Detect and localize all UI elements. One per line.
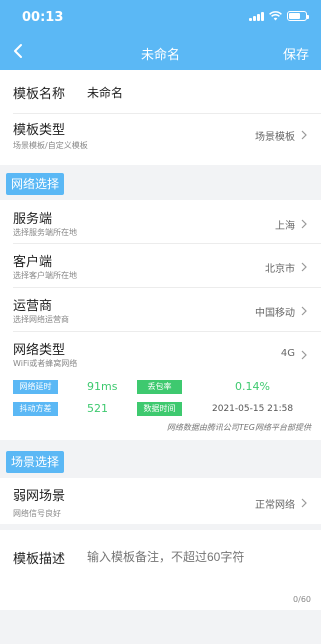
data-time-badge: 数据时间 bbox=[137, 402, 182, 416]
status-icons bbox=[249, 11, 309, 21]
chevron-right-icon bbox=[301, 306, 307, 316]
network-type-value: 4G bbox=[280, 348, 295, 359]
cellular-signal-icon bbox=[249, 11, 264, 21]
network-type-subtitle: WiFi或者蜂窝网络 bbox=[13, 359, 78, 368]
chevron-right-icon bbox=[301, 262, 307, 272]
weak-network-row[interactable]: 弱网场景 网络信号良好 正常网络 bbox=[0, 478, 321, 524]
battery-icon bbox=[287, 11, 309, 21]
server-row[interactable]: 服务端 选择服务端所在地 上海 bbox=[0, 200, 321, 243]
client-value: 北京市 bbox=[265, 264, 295, 275]
server-value: 上海 bbox=[275, 221, 295, 232]
latency-badge: 网络延时 bbox=[13, 380, 58, 394]
jitter-badge: 抖动方差 bbox=[13, 402, 58, 416]
chevron-right-icon bbox=[301, 130, 307, 140]
carrier-title: 运营商 bbox=[13, 299, 53, 314]
template-type-title: 模板类型 bbox=[13, 123, 66, 138]
scene-section-tag: 场景选择 bbox=[6, 451, 65, 473]
network-section-tag: 网络选择 bbox=[6, 173, 65, 195]
description-label: 模板描述 bbox=[13, 552, 66, 567]
chevron-right-icon bbox=[301, 219, 307, 229]
template-type-subtitle: 场景模板/自定义模板 bbox=[13, 141, 88, 150]
client-title: 客户端 bbox=[13, 255, 53, 270]
template-name-value[interactable]: 未命名 bbox=[87, 84, 123, 101]
packet-loss-value: 0.14% bbox=[235, 380, 270, 393]
status-time: 00:13 bbox=[22, 10, 64, 25]
template-name-row[interactable]: 模板名称 未命名 bbox=[0, 70, 321, 113]
page-title: 未命名 bbox=[140, 48, 180, 63]
data-time-value: 2021-05-15 21:58 bbox=[212, 404, 294, 414]
network-card: 服务端 选择服务端所在地 上海 客户端 选择客户端所在地 北京市 运营商 选择网… bbox=[0, 200, 321, 440]
data-source-note: 网络数据由腾讯公司TEG网络平台部提供 bbox=[166, 423, 311, 432]
header: 00:13 未命名 保存 bbox=[0, 0, 321, 70]
template-name-label: 模板名称 bbox=[13, 87, 66, 102]
status-bar: 00:13 bbox=[0, 0, 321, 34]
chevron-right-icon bbox=[301, 498, 307, 508]
wifi-icon bbox=[269, 11, 282, 21]
network-type-row[interactable]: 网络类型 WiFi或者蜂窝网络 4G bbox=[0, 332, 321, 375]
character-counter: 0/60 bbox=[293, 595, 311, 604]
jitter-value: 521 bbox=[87, 402, 108, 415]
packet-loss-badge: 丢包率 bbox=[137, 380, 182, 394]
latency-value: 91ms bbox=[87, 380, 118, 393]
carrier-value: 中国移动 bbox=[255, 308, 295, 319]
template-type-row[interactable]: 模板类型 场景模板/自定义模板 场景模板 bbox=[0, 114, 321, 160]
template-type-value: 场景模板 bbox=[255, 132, 295, 143]
weak-network-value: 正常网络 bbox=[255, 500, 295, 511]
save-button[interactable]: 保存 bbox=[283, 44, 309, 63]
network-type-title: 网络类型 bbox=[13, 343, 66, 358]
client-row[interactable]: 客户端 选择客户端所在地 北京市 bbox=[0, 244, 321, 287]
weak-network-subtitle: 网络信号良好 bbox=[13, 509, 61, 518]
description-card: 模板描述 bbox=[0, 530, 321, 610]
weak-network-title: 弱网场景 bbox=[13, 489, 66, 504]
chevron-right-icon bbox=[301, 350, 307, 360]
client-subtitle: 选择客户端所在地 bbox=[13, 271, 77, 280]
template-info-card: 模板名称 未命名 模板类型 场景模板/自定义模板 场景模板 bbox=[0, 70, 321, 165]
description-input[interactable] bbox=[87, 550, 307, 564]
carrier-subtitle: 选择网络运营商 bbox=[13, 315, 69, 324]
carrier-row[interactable]: 运营商 选择网络运营商 中国移动 bbox=[0, 288, 321, 331]
server-subtitle: 选择服务端所在地 bbox=[13, 228, 77, 237]
server-title: 服务端 bbox=[13, 212, 53, 227]
